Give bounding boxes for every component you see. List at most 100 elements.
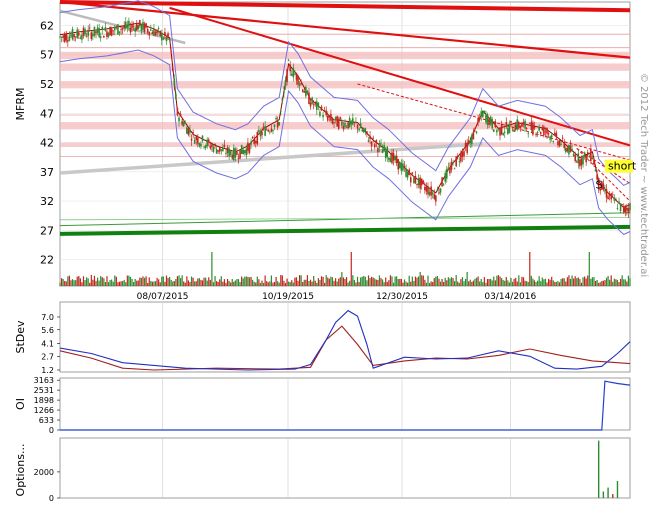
candle-body [134,27,136,32]
candle-body [347,122,349,129]
candle-body [486,114,489,125]
candle-body [341,121,343,126]
volume-bar [436,276,438,286]
candle-body [400,163,403,171]
volume-bar [447,277,449,286]
candle-body [364,128,367,132]
candle-body [337,118,340,129]
volume-bar [565,281,567,286]
candle-body [471,134,473,145]
volume-bar [176,276,179,286]
candle-body [132,26,135,28]
candle-body [413,177,415,184]
candle-body [151,31,154,35]
volume-bar [65,281,67,286]
candle-body [85,36,88,38]
volume-bar [219,279,221,286]
volume-bar [493,276,495,286]
volume-bar [139,277,141,286]
candle-body [333,122,335,124]
candle-body [611,194,614,196]
volume-bar [410,281,412,286]
candle-body [225,152,227,154]
options-bar [607,487,609,498]
volume-bar [220,276,222,286]
volume-bar [68,275,70,286]
volume-bar [305,279,307,286]
candle-body [554,132,556,136]
candle-body [530,121,533,131]
candle-body [463,151,465,157]
volume-bar [347,282,349,286]
volume-bar [241,276,243,286]
candle-body [362,129,365,133]
candle-body [306,90,309,94]
candle-body [76,29,79,38]
candle-body [342,126,345,130]
candle-body [264,126,266,136]
volume-bar [170,279,172,286]
volume-bar [502,279,504,286]
candle-body [128,20,130,27]
candle-body [316,101,318,110]
volume-bar [239,282,241,286]
candle-body [126,24,129,28]
candle-body [287,60,290,61]
candle-body [414,175,417,184]
volume-bar [396,276,398,286]
volume-bar [112,281,114,286]
candle-body [250,141,252,145]
volume-bar [569,278,572,286]
volume-bar [225,282,227,286]
sd-tick-label: 4.1 [41,339,54,348]
volume-bar [226,279,229,286]
candle-body [96,27,99,33]
volume-bar [194,281,196,286]
volume-bar [432,282,434,286]
volume-bar [215,281,218,286]
volume-bar [78,276,80,286]
s-annotation-label: S [596,179,603,192]
candle-body [456,155,459,158]
volume-bar [515,277,517,286]
volume-bar [82,276,85,286]
volume-bar [222,281,224,286]
volume-bar [93,275,96,286]
candle-body [67,40,69,42]
volume-bar [92,279,94,286]
volume-bar [73,280,75,286]
volume-bar [331,277,334,286]
volume-bar [604,280,606,286]
candle-body [201,135,204,142]
volume-bar [262,282,265,286]
volume-bar [422,275,424,286]
volume-bar [158,279,160,286]
volume-bar [615,279,617,286]
candle-body [424,186,426,191]
volume-bar [267,282,269,286]
candle-body [428,192,431,196]
volume-bar [479,281,481,286]
oi-tick-label: 0 [49,426,54,435]
oi-tick-label: 1898 [34,396,54,405]
short-annotation-label: short [608,160,637,173]
volume-bar [405,281,407,286]
candle-body [140,24,143,31]
volume-bar [580,282,583,286]
candle-body [621,204,623,206]
candle-body [192,132,194,134]
volume-bar [411,276,413,286]
candle-body [317,102,320,107]
candle-body [110,28,113,36]
volume-bar [317,278,319,286]
candle-body [62,35,64,38]
volume-bar [397,279,399,286]
volume-bar [114,275,116,286]
candle-body [536,132,539,133]
candle-body [469,140,472,144]
volume-bar [264,275,266,286]
volume-bar [147,282,149,286]
candle-body [381,149,384,154]
volume-bar [295,277,298,286]
candle-body [222,147,224,152]
